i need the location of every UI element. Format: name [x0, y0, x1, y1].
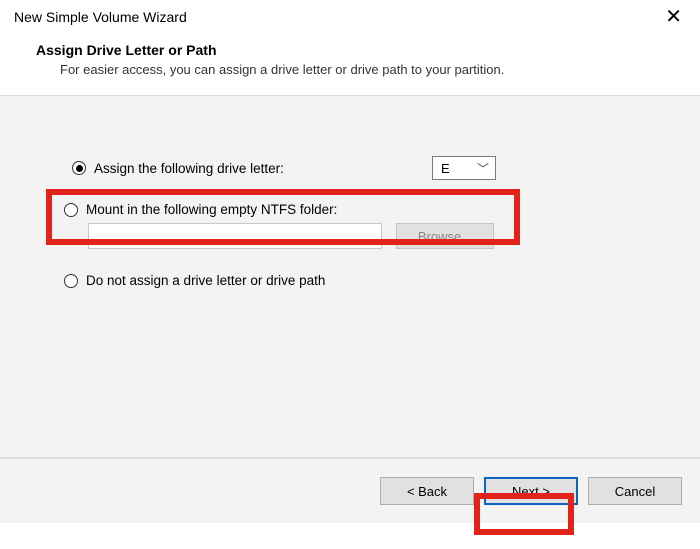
option-assign-drive-letter[interactable]: Assign the following drive letter: E ﹀	[60, 152, 508, 184]
option-no-assign[interactable]: Do not assign a drive letter or drive pa…	[60, 273, 640, 288]
radio-icon[interactable]	[64, 274, 78, 288]
back-button[interactable]: < Back	[380, 477, 474, 505]
option-label: Mount in the following empty NTFS folder…	[86, 202, 337, 217]
step-title: Assign Drive Letter or Path	[36, 42, 660, 58]
radio-icon[interactable]	[72, 161, 86, 175]
drive-letter-select[interactable]: E ﹀	[432, 156, 496, 180]
option-label: Assign the following drive letter:	[94, 161, 284, 176]
option-mount-folder[interactable]: Mount in the following empty NTFS folder…	[60, 202, 640, 217]
option-label: Do not assign a drive letter or drive pa…	[86, 273, 325, 288]
browse-button: Browse...	[396, 223, 494, 249]
wizard-content: Assign the following drive letter: E ﹀ M…	[0, 96, 700, 457]
radio-icon[interactable]	[64, 203, 78, 217]
chevron-down-icon: ﹀	[477, 160, 489, 177]
drive-letter-value: E	[441, 161, 450, 176]
wizard-footer: < Back Next > Cancel	[0, 458, 700, 523]
cancel-button[interactable]: Cancel	[588, 477, 682, 505]
next-button[interactable]: Next >	[484, 477, 578, 505]
step-description: For easier access, you can assign a driv…	[36, 62, 660, 77]
window-title: New Simple Volume Wizard	[14, 9, 187, 25]
close-icon[interactable]: ✕	[657, 3, 690, 31]
window-titlebar: New Simple Volume Wizard ✕	[0, 0, 700, 34]
mount-folder-path-input[interactable]	[88, 223, 382, 249]
wizard-header: Assign Drive Letter or Path For easier a…	[0, 34, 700, 95]
